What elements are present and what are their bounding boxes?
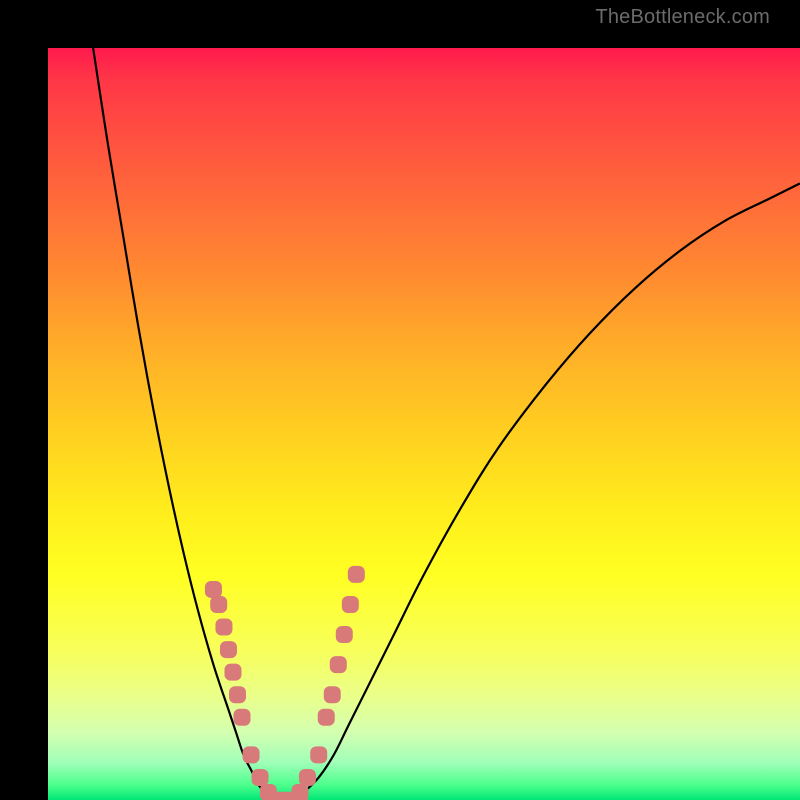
data-marker bbox=[243, 746, 260, 763]
data-marker bbox=[348, 566, 365, 583]
data-marker bbox=[330, 656, 347, 673]
data-marker bbox=[310, 746, 327, 763]
watermark-text: TheBottleneck.com bbox=[595, 6, 770, 29]
data-marker bbox=[210, 596, 227, 613]
data-marker bbox=[292, 792, 308, 800]
data-marker bbox=[224, 664, 241, 681]
plot-area bbox=[48, 48, 800, 800]
data-marker bbox=[205, 581, 222, 598]
right-curve bbox=[296, 183, 800, 800]
data-marker bbox=[318, 709, 335, 726]
data-marker bbox=[299, 769, 316, 786]
data-marker bbox=[336, 626, 353, 643]
data-marker bbox=[215, 619, 232, 636]
chart-frame bbox=[0, 0, 800, 800]
data-marker bbox=[252, 769, 269, 786]
data-marker bbox=[234, 709, 251, 726]
bottleneck-curve-chart bbox=[48, 48, 800, 800]
data-marker bbox=[229, 686, 246, 703]
data-marker bbox=[342, 596, 359, 613]
left-curve bbox=[93, 48, 273, 800]
data-marker bbox=[324, 686, 341, 703]
data-marker bbox=[220, 641, 237, 658]
